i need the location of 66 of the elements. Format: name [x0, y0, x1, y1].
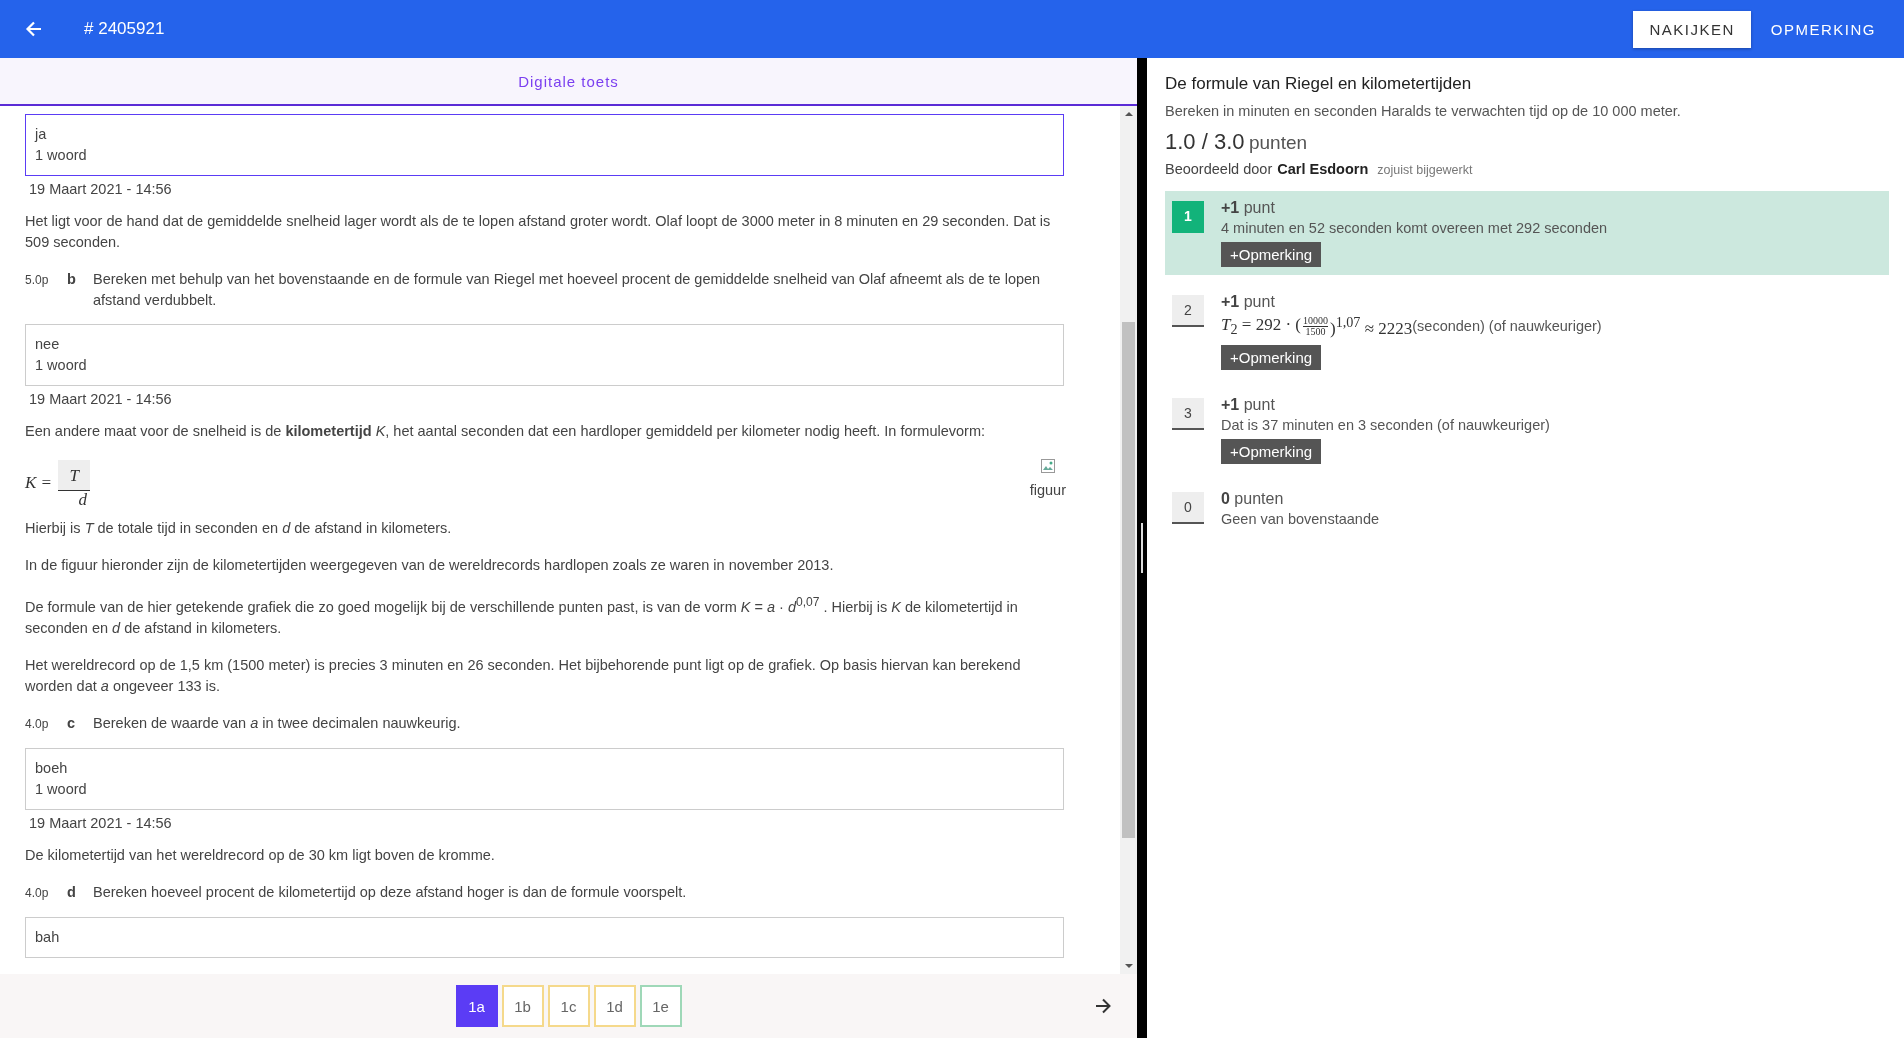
question-letter: d [67, 882, 77, 902]
paragraph: In de figuur hieronder zijn de kilometertijden weergegeven van de wereldrecords hardlopen zoals ze waren in november 2013. [25, 556, 835, 575]
paragraph: Het wereldrecord op de 1,5 km (1500 meter) is precies 3 minuten en 26 seconden. Het bijbehorende punt ligt op de grafiek. Op basis hiervan kan berekend worden dat a ongeveer 133 is. [25, 655, 1022, 696]
rubric-description: Dat is 37 minuten en 3 seconden (of nauwkeuriger) [1221, 416, 1550, 433]
comment-button[interactable]: OPMERKING [1754, 10, 1892, 48]
question-tab[interactable]: 1c [547, 985, 590, 1027]
next-arrow-icon[interactable] [1093, 996, 1113, 1016]
test-id-title: # 2405921 [84, 19, 165, 39]
rubric-number: 0 [1172, 491, 1204, 524]
rubric-description: 4 minuten en 52 seconden komt overeen met 292 seconden [1221, 220, 1608, 236]
answer-box[interactable]: nee 1 woord [25, 324, 1064, 386]
grade-button[interactable]: NAKIJKEN [1633, 10, 1751, 48]
rubric-unit: punt [1243, 199, 1275, 216]
update-status: zojuist bijgewerkt [1377, 163, 1473, 177]
question-points: 4.0p [25, 884, 50, 902]
question-text: Bereken de waarde van a in twee decimalen nauwkeurig. [93, 713, 461, 733]
rubric-points: +1 [1221, 293, 1240, 310]
rubric-description: Geen van bovenstaande [1221, 510, 1379, 527]
rubric-number: 3 [1172, 397, 1204, 430]
paragraph: Hierbij is T de totale tijd in seconden en d de afstand in kilometers. [25, 519, 453, 538]
question-tab[interactable]: 1b [501, 985, 544, 1027]
answer-box[interactable]: bah [25, 916, 1064, 958]
image-alt-text: figuur [1029, 482, 1066, 498]
rubric-number: 2 [1172, 295, 1204, 327]
back-arrow-icon[interactable] [24, 19, 44, 39]
rubric-item[interactable]: 3 +1 punt Dat is 37 minuten en 3 seconden (of nauwkeuriger) +Opmerking [1165, 387, 1889, 472]
question-tab[interactable]: 1e [639, 985, 682, 1027]
scrollbar[interactable] [1120, 106, 1137, 974]
formula: K = T d [25, 458, 110, 508]
broken-image-icon [1039, 458, 1056, 474]
score-unit: punten [1248, 132, 1308, 153]
answer-box[interactable]: ja 1 woord [25, 114, 1064, 176]
rubric-item[interactable]: 0 0 punten Geen van bovenstaande [1165, 481, 1889, 541]
rubric-points: +1 [1221, 395, 1240, 413]
rubric-points: 0 [1221, 489, 1230, 507]
rubric-description: (seconden) (of nauwkeuriger) [1412, 318, 1602, 335]
grader-name: Carl Esdoorn [1277, 161, 1369, 177]
paragraph: Het ligt voor de hand dat de gemiddelde snelheid lager wordt als de te lopen afstand groter wordt. Olaf loopt de 3000 meter in 8 minuten en 29 seconden. Dat is 509 seconden. [25, 212, 1052, 252]
rubric-unit: punten [1234, 489, 1284, 507]
selected-rubric-item[interactable]: 1 +1 punt 4 minuten en 52 seconden komt overeen met 292 seconden +Opmerking [1165, 191, 1889, 275]
add-comment-button[interactable]: +Opmerking [1221, 344, 1322, 370]
paragraph: Een andere maat voor de snelheid is de kilometertijd K, het aantal seconden dat een hardloper gemiddeld per kilometer nodig heeft. In formulevorm: [25, 422, 986, 441]
question-letter: c [67, 713, 77, 733]
score-value: 1.0 / 3.0 [1165, 129, 1245, 154]
rubric-number: 1 [1172, 201, 1204, 233]
answer-timestamp: 19 Maart 2021 - 14:56 [28, 813, 173, 831]
rubric-points: +1 [1221, 199, 1240, 216]
graded-by-label: Beoordeeld door [1165, 161, 1273, 177]
answer-timestamp: 19 Maart 2021 - 14:56 [28, 180, 173, 197]
question-tab[interactable]: 1a [455, 985, 498, 1027]
question-points: 5.0p [25, 272, 50, 289]
question-points: 4.0p [25, 715, 50, 733]
question-text: Bereken hoeveel procent de kilometertijd op deze afstand hoger is dan de formule voorspelt. [93, 882, 687, 902]
add-comment-button[interactable]: +Opmerking [1221, 242, 1322, 267]
add-comment-button[interactable]: +Opmerking [1221, 438, 1322, 464]
question-tab[interactable]: 1d [593, 985, 636, 1027]
test-tab[interactable]: Digitale toets [518, 72, 619, 90]
rubric-unit: punt [1243, 293, 1275, 310]
question-letter: b [67, 270, 77, 289]
answer-timestamp: 19 Maart 2021 - 14:56 [28, 390, 173, 407]
paragraph: De kilometertijd van het wereldrecord op de 30 km ligt boven de kromme. [25, 845, 496, 865]
assignment-title: De formule van Riegel en kilometertijden [1165, 74, 1473, 94]
assignment-question: Bereken in minuten en seconden Haralds te verwachten tijd op de 10 000 meter. [1165, 103, 1682, 119]
question-text: Bereken met behulp van het bovenstaande en de formule van Riegel met hoeveel procent de gemiddelde snelheid van Olaf afneemt als de te lopen afstand verdubbelt. [93, 270, 1042, 310]
answer-box[interactable]: boeh 1 woord [25, 747, 1064, 810]
rubric-unit: punt [1243, 395, 1275, 413]
